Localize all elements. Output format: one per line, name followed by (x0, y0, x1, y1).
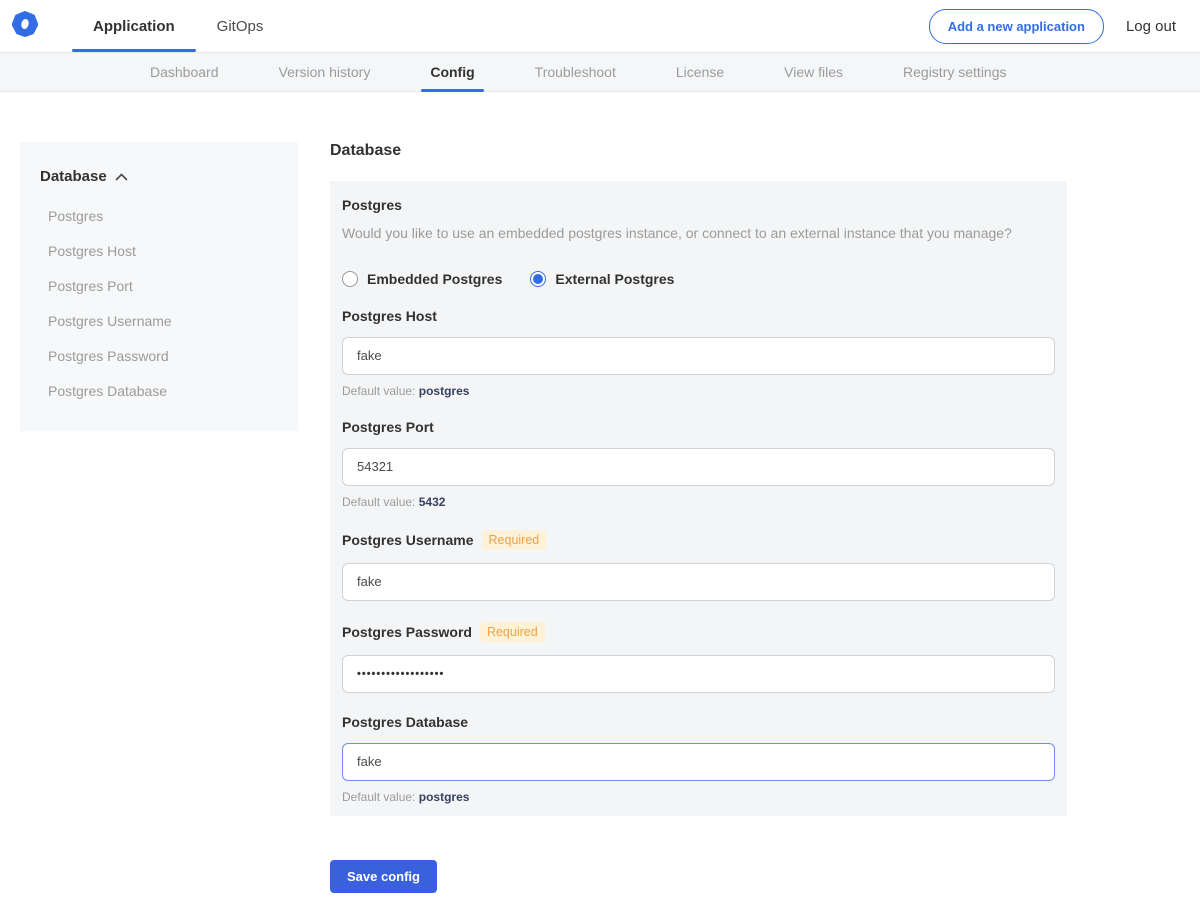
postgres-host-default: Default value: postgres (342, 384, 1055, 398)
default-label: Default value: (342, 495, 415, 509)
label-text: Postgres Username (342, 532, 474, 548)
tab-application-label: Application (93, 18, 175, 35)
field-group-postgres: Postgres Would you like to use an embedd… (342, 197, 1055, 287)
required-badge: Required (482, 530, 547, 550)
subtab-version-history[interactable]: Version history (279, 53, 371, 91)
save-config-button[interactable]: Save config (330, 860, 437, 893)
tab-application[interactable]: Application (72, 0, 196, 52)
config-main: Database Postgres Would you like to use … (330, 142, 1067, 893)
radio-embedded-postgres[interactable]: Embedded Postgres (342, 271, 502, 287)
postgres-radio-group: Embedded Postgres External Postgres (342, 271, 1055, 287)
required-badge: Required (480, 622, 545, 642)
sidebar-item-postgres-host[interactable]: Postgres Host (40, 234, 278, 269)
postgres-host-input[interactable] (342, 337, 1055, 375)
default-value: 5432 (419, 495, 446, 509)
sidebar-item-postgres-port[interactable]: Postgres Port (40, 269, 278, 304)
postgres-password-input[interactable] (342, 655, 1055, 693)
subtab-view-files[interactable]: View files (784, 53, 843, 91)
field-group-postgres-database: Postgres Database Default value: postgre… (342, 714, 1055, 804)
sidebar-group-label: Database (40, 168, 107, 185)
sidebar-item-postgres[interactable]: Postgres (40, 199, 278, 234)
sidebar-item-postgres-username[interactable]: Postgres Username (40, 304, 278, 339)
default-value: postgres (419, 790, 470, 804)
sidebar-group-database[interactable]: Database (40, 168, 278, 185)
kots-logo-icon (12, 11, 38, 42)
postgres-username-input[interactable] (342, 563, 1055, 601)
postgres-host-label: Postgres Host (342, 308, 1055, 324)
header-actions: Add a new application Log out (929, 0, 1176, 52)
logout-link[interactable]: Log out (1126, 18, 1176, 35)
field-group-postgres-username: Postgres Username Required (342, 530, 1055, 601)
default-label: Default value: (342, 790, 415, 804)
subtab-license[interactable]: License (676, 53, 724, 91)
subtab-dashboard[interactable]: Dashboard (150, 53, 219, 91)
postgres-database-input[interactable] (342, 743, 1055, 781)
default-label: Default value: (342, 384, 415, 398)
field-group-postgres-port: Postgres Port Default value: 5432 (342, 419, 1055, 509)
sidebar-item-postgres-database[interactable]: Postgres Database (40, 374, 278, 409)
label-text: Postgres Password (342, 624, 472, 640)
radio-external-postgres[interactable]: External Postgres (530, 271, 674, 287)
radio-selected-icon[interactable] (530, 271, 546, 287)
radio-unselected-icon[interactable] (342, 271, 358, 287)
database-config-panel: Postgres Would you like to use an embedd… (330, 181, 1067, 816)
default-value: postgres (419, 384, 470, 398)
app-subnav: Dashboard Version history Config Trouble… (0, 52, 1200, 92)
add-application-button[interactable]: Add a new application (929, 9, 1104, 44)
section-title: Database (330, 142, 1067, 160)
top-header: Application GitOps Add a new application… (0, 0, 1200, 52)
postgres-port-default: Default value: 5432 (342, 495, 1055, 509)
postgres-help-text: Would you like to use an embedded postgr… (342, 224, 1055, 244)
postgres-username-label: Postgres Username Required (342, 530, 1055, 550)
subtab-troubleshoot[interactable]: Troubleshoot (535, 53, 616, 91)
tab-gitops-label: GitOps (217, 18, 264, 35)
postgres-database-label: Postgres Database (342, 714, 1055, 730)
chevron-up-icon (115, 173, 128, 181)
config-content: Database Postgres Postgres Host Postgres… (0, 92, 1200, 923)
postgres-port-input[interactable] (342, 448, 1055, 486)
postgres-database-default: Default value: postgres (342, 790, 1055, 804)
radio-external-label: External Postgres (555, 271, 674, 287)
subtab-registry-settings[interactable]: Registry settings (903, 53, 1006, 91)
subtab-config[interactable]: Config (430, 53, 474, 91)
config-sidebar: Database Postgres Postgres Host Postgres… (20, 142, 298, 431)
top-tabs: Application GitOps (72, 0, 284, 52)
app-logo[interactable] (12, 0, 38, 52)
radio-embedded-label: Embedded Postgres (367, 271, 502, 287)
field-group-postgres-host: Postgres Host Default value: postgres (342, 308, 1055, 398)
postgres-label: Postgres (342, 197, 1055, 213)
postgres-password-label: Postgres Password Required (342, 622, 1055, 642)
tab-gitops[interactable]: GitOps (196, 0, 285, 52)
field-group-postgres-password: Postgres Password Required (342, 622, 1055, 693)
postgres-port-label: Postgres Port (342, 419, 1055, 435)
sidebar-item-postgres-password[interactable]: Postgres Password (40, 339, 278, 374)
